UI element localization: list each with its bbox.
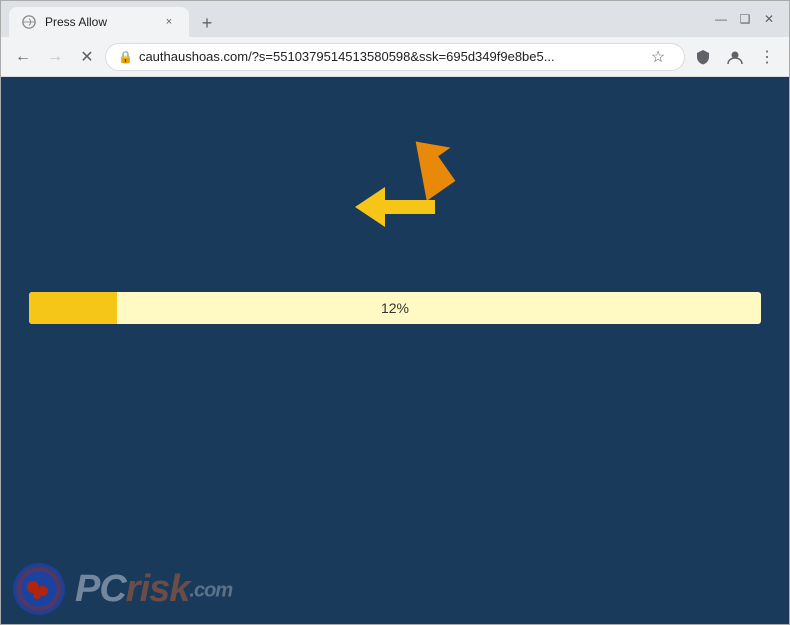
shield-security-button[interactable] xyxy=(689,43,717,71)
more-options-button[interactable]: ⋮ xyxy=(753,43,781,71)
address-bar[interactable]: 🔒 cauthaushoas.com/?s=551037951451358059… xyxy=(105,43,685,71)
tab-close-button[interactable]: × xyxy=(161,14,177,30)
url-text: cauthaushoas.com/?s=5510379514513580598&… xyxy=(139,49,638,64)
window-controls: — ❑ ✕ xyxy=(713,12,781,26)
bookmark-star-icon[interactable]: ☆ xyxy=(644,43,672,71)
arrows-container xyxy=(365,117,485,257)
forward-button[interactable]: → xyxy=(41,43,69,71)
watermark-com: .com xyxy=(189,579,232,601)
progress-label: 12% xyxy=(381,300,409,316)
security-lock-icon: 🔒 xyxy=(118,50,133,64)
watermark-risk: risk xyxy=(126,568,190,610)
back-button[interactable]: ← xyxy=(9,43,37,71)
watermark-pc: PC xyxy=(75,568,126,610)
browser-window: Press Allow × + — ❑ ✕ ← → ✕ 🔒 cauthausho… xyxy=(0,0,790,625)
yellow-arrow-icon xyxy=(355,182,435,237)
page-content: 12% PCrisk.com xyxy=(1,77,789,624)
tab-bar: Press Allow × + xyxy=(9,1,709,37)
progress-bar-container: 12% xyxy=(29,292,761,324)
progress-fill xyxy=(29,292,117,324)
close-window-button[interactable]: ✕ xyxy=(761,12,777,26)
watermark-logo xyxy=(13,563,65,615)
maximize-button[interactable]: ❑ xyxy=(737,12,753,26)
watermark-text: PCrisk.com xyxy=(75,568,232,611)
profile-button[interactable] xyxy=(721,43,749,71)
new-tab-button[interactable]: + xyxy=(193,9,221,37)
toolbar: ← → ✕ 🔒 cauthaushoas.com/?s=551037951451… xyxy=(1,37,789,77)
tab-favicon xyxy=(21,14,37,30)
reload-stop-button[interactable]: ✕ xyxy=(73,43,101,71)
active-tab[interactable]: Press Allow × xyxy=(9,7,189,37)
tab-title: Press Allow xyxy=(45,15,153,29)
watermark: PCrisk.com xyxy=(1,554,244,624)
title-bar: Press Allow × + — ❑ ✕ xyxy=(1,1,789,37)
minimize-button[interactable]: — xyxy=(713,12,729,26)
